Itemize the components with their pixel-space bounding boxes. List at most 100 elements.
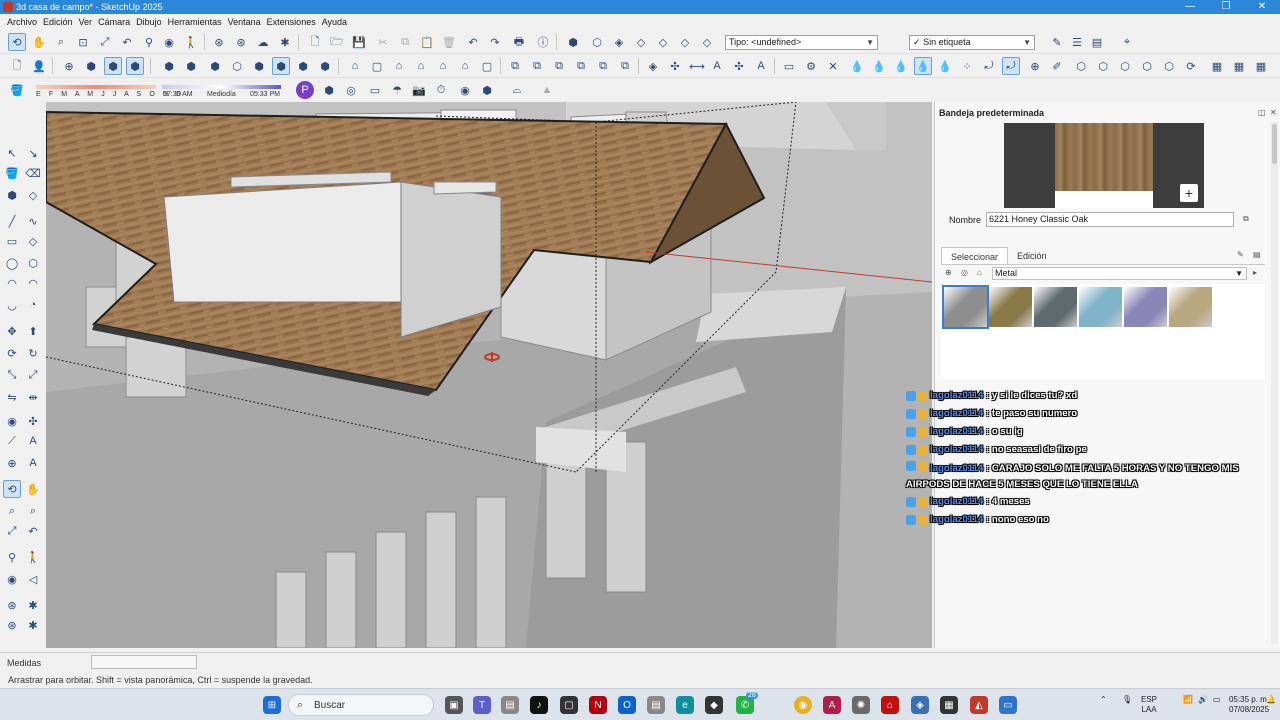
- zoom-window-icon[interactable]: ⊡: [74, 33, 92, 51]
- circle-icon[interactable]: ◯: [3, 254, 21, 272]
- solid-tool-icon-1[interactable]: ⬡: [1072, 57, 1090, 75]
- style-icon-4[interactable]: ⬡: [228, 57, 246, 75]
- menu-edicion[interactable]: Edición: [42, 14, 78, 30]
- eraser-icon[interactable]: ⌫: [24, 164, 42, 182]
- house-front-icon[interactable]: ⌂: [390, 57, 408, 75]
- settings-gear-icon[interactable]: ⚙: [802, 57, 820, 75]
- style-icon-5[interactable]: ⬢: [316, 57, 334, 75]
- timer-icon[interactable]: ⏱: [432, 81, 450, 99]
- style-icon-1[interactable]: ⬢: [160, 57, 178, 75]
- measurements-input[interactable]: [91, 655, 197, 669]
- metal-swatch-5[interactable]: [1124, 287, 1167, 327]
- time-slider[interactable]: [162, 85, 281, 89]
- metal-swatch-4[interactable]: [1079, 287, 1122, 327]
- move-icon[interactable]: ✥: [3, 322, 21, 340]
- new-file-icon[interactable]: 🗋: [306, 33, 324, 51]
- house-top-icon[interactable]: ▢: [368, 57, 386, 75]
- component-icon-6[interactable]: ⧉: [616, 57, 634, 75]
- maximize-button[interactable]: ❐: [1208, 0, 1244, 14]
- manager-tool-icon[interactable]: ✱: [24, 616, 42, 634]
- menu-herramientas[interactable]: Herramientas: [167, 14, 227, 30]
- profile-builder-icon[interactable]: P: [296, 81, 314, 99]
- dimension-icon[interactable]: ⟷: [688, 57, 706, 75]
- sun-icon[interactable]: ☂: [388, 81, 406, 99]
- push-pull-icon[interactable]: ⬆: [24, 322, 42, 340]
- folder-icon[interactable]: ▭: [780, 57, 798, 75]
- shaded-textures-icon[interactable]: ⬢: [272, 57, 290, 75]
- shadow-timeline[interactable]: E F M A M J J A S O N D 07:35 AM Mediodí…: [36, 82, 281, 100]
- text-icon[interactable]: A: [708, 57, 726, 75]
- pan-tool-icon[interactable]: ✋: [24, 480, 42, 498]
- home-icon[interactable]: ⌂: [977, 268, 982, 277]
- drop-icon-4[interactable]: 💧: [914, 57, 932, 75]
- shaded-icon[interactable]: ⬢: [250, 57, 268, 75]
- battery-icon[interactable]: ▭: [1213, 695, 1221, 705]
- chrome-icon[interactable]: ◉: [794, 696, 812, 714]
- 3d-text-tool-icon[interactable]: A: [24, 454, 42, 472]
- scenes-icon[interactable]: ▤: [1088, 33, 1106, 51]
- bottom-view-icon[interactable]: ◇: [698, 33, 716, 51]
- menu-camara[interactable]: Cámara: [97, 14, 135, 30]
- iso-view-icon[interactable]: ⬢: [564, 33, 582, 51]
- forward-icon[interactable]: ◎: [961, 268, 968, 277]
- axes-icon[interactable]: ✣: [730, 57, 748, 75]
- back-view-icon[interactable]: ◇: [654, 33, 672, 51]
- copy-material-icon[interactable]: ⧉: [1243, 214, 1249, 224]
- terrain-icon-1[interactable]: ▦: [1208, 57, 1226, 75]
- cut-icon[interactable]: ✂: [374, 33, 392, 51]
- xray-icon[interactable]: ⊕: [60, 57, 78, 75]
- house-bottom-icon[interactable]: ▢: [478, 57, 496, 75]
- render-icon[interactable]: ◉: [456, 81, 474, 99]
- windows-start-icon[interactable]: ⊞: [263, 696, 281, 714]
- file-explorer-icon[interactable]: ▤: [647, 696, 665, 714]
- file-icon[interactable]: ▤: [501, 696, 519, 714]
- menu-archivo[interactable]: Archivo: [6, 14, 42, 30]
- right-view-icon[interactable]: ◇: [632, 33, 650, 51]
- left-view-icon[interactable]: ◇: [676, 33, 694, 51]
- paint-icon[interactable]: 🪣: [3, 164, 21, 182]
- menu-dibujo[interactable]: Dibujo: [135, 14, 167, 30]
- menu-extensiones[interactable]: Extensiones: [266, 14, 321, 30]
- zoom-tool-icon[interactable]: ⌕: [3, 502, 21, 520]
- house-left-icon[interactable]: ⌂: [456, 57, 474, 75]
- walk-tool-icon[interactable]: 🚶: [24, 548, 42, 566]
- section-plane-icon[interactable]: ◈: [644, 57, 662, 75]
- wifi-icon[interactable]: 📶: [1183, 695, 1193, 705]
- component-icon-3[interactable]: ⧉: [550, 57, 568, 75]
- close-button[interactable]: ✕: [1244, 0, 1280, 14]
- language-indicator[interactable]: ESP LAA: [1141, 695, 1157, 715]
- paste-icon[interactable]: 📋: [418, 33, 436, 51]
- 3d-viewport[interactable]: [46, 102, 932, 648]
- erase-icon[interactable]: 🗑: [440, 33, 458, 51]
- print-icon[interactable]: 🖶: [510, 33, 528, 51]
- notification-bell-icon[interactable]: 🔔: [1266, 695, 1276, 705]
- walk-icon[interactable]: 🚶: [182, 33, 200, 51]
- position-camera-tool-icon[interactable]: ⚲: [3, 548, 21, 566]
- offset-icon[interactable]: ⤢: [24, 366, 42, 384]
- orbit-tool-icon[interactable]: ⟲: [3, 480, 21, 498]
- front-view-icon[interactable]: ◈: [610, 33, 628, 51]
- solid-tool-icon-3[interactable]: ⬡: [1116, 57, 1134, 75]
- zoom-icon[interactable]: ⌕: [52, 33, 70, 51]
- eyedropper-icon[interactable]: ✎: [1237, 250, 1244, 259]
- previous-tool-icon[interactable]: ↶: [24, 522, 42, 540]
- dimension-tool-icon[interactable]: ⟋: [3, 432, 21, 450]
- account-icon[interactable]: 👤: [30, 57, 48, 75]
- component-make-icon[interactable]: ⬢: [3, 186, 21, 204]
- sandbox-icon[interactable]: ✣: [666, 57, 684, 75]
- undo-icon[interactable]: ↶: [464, 33, 482, 51]
- tape-measure-icon[interactable]: ⇹: [24, 388, 42, 406]
- paint-bucket-icon[interactable]: 🪣: [8, 81, 26, 99]
- netflix-icon[interactable]: N: [589, 696, 607, 714]
- previous-view-icon[interactable]: ↶: [118, 33, 136, 51]
- section-icon[interactable]: ⊕: [3, 454, 21, 472]
- cross-icon[interactable]: ✕: [824, 57, 842, 75]
- layout-icon[interactable]: ▭: [366, 81, 384, 99]
- outliner-icon[interactable]: ☰: [1068, 33, 1086, 51]
- prism-icon[interactable]: ▲: [538, 81, 556, 99]
- geo-location-icon[interactable]: ⌖: [1118, 33, 1136, 51]
- volume-icon[interactable]: 🔊: [1198, 695, 1208, 705]
- box-icon[interactable]: ⬢: [478, 81, 496, 99]
- teams-icon[interactable]: T: [473, 696, 491, 714]
- details-icon[interactable]: ▤: [1253, 250, 1261, 259]
